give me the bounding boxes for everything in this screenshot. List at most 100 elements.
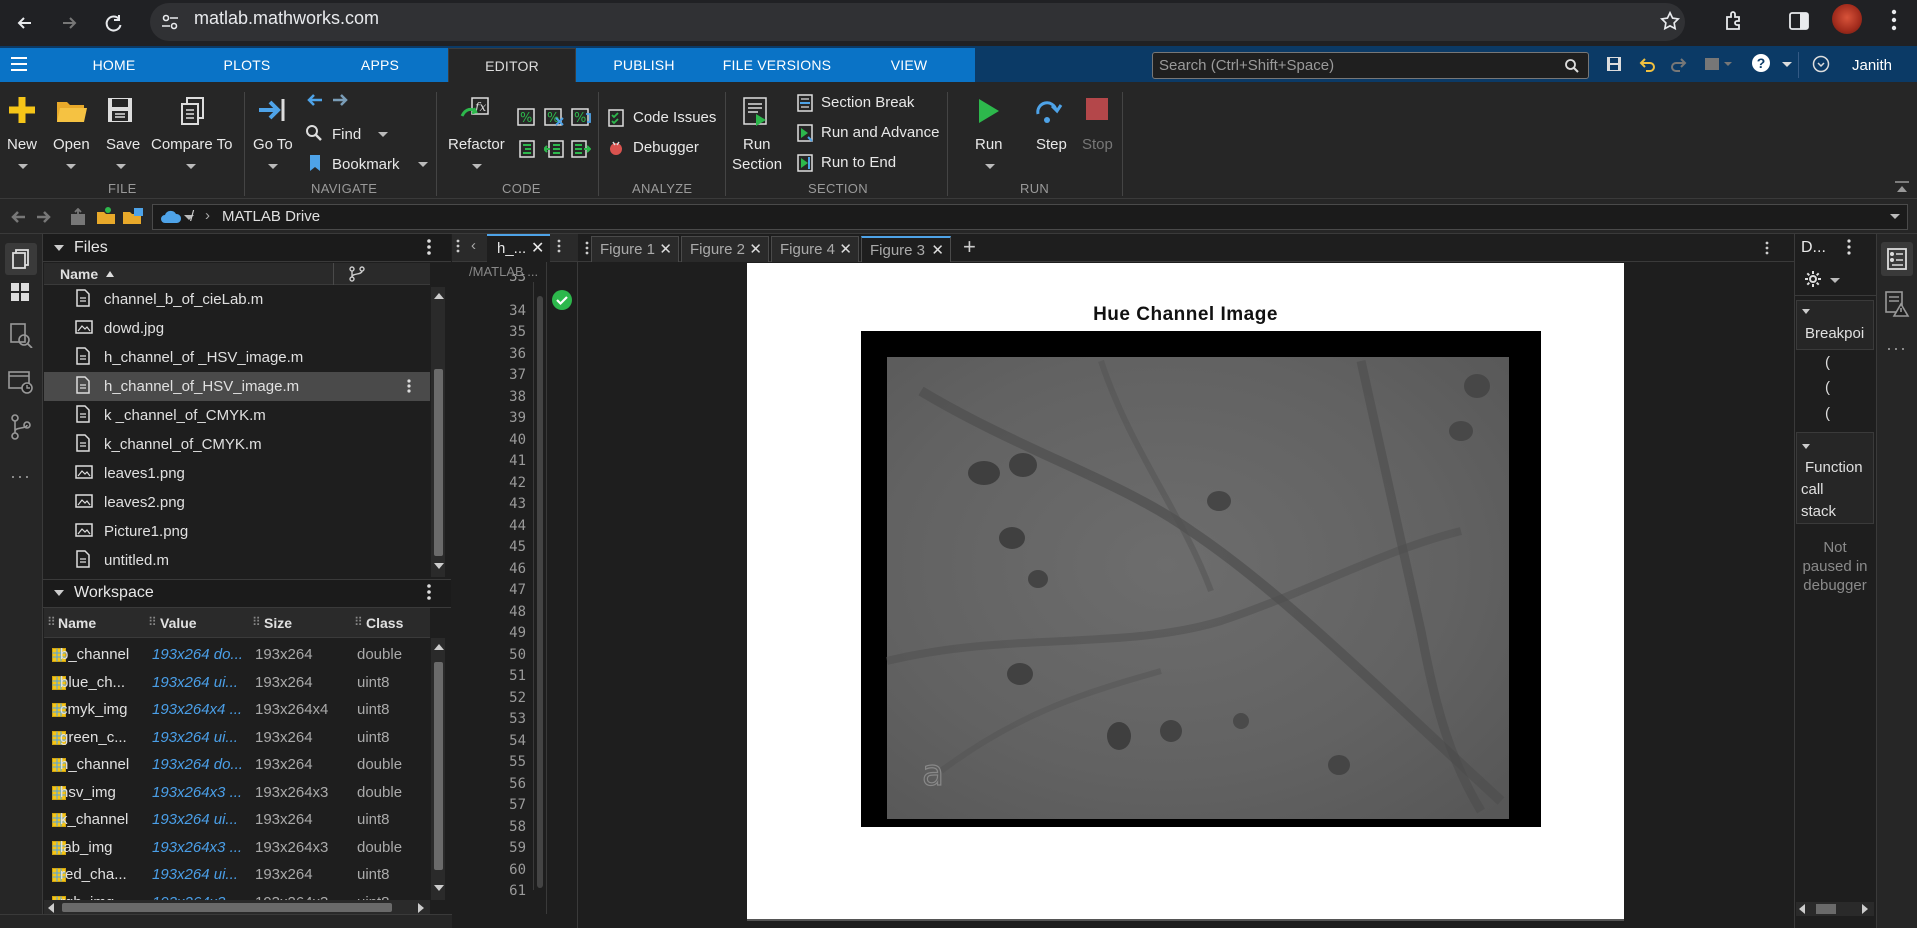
line-number[interactable]: 51 [476, 668, 526, 684]
editor-tab-close-icon[interactable]: ✕ [531, 238, 544, 258]
find-icon[interactable] [305, 124, 323, 142]
account-icon[interactable] [1812, 55, 1830, 73]
line-number[interactable]: 54 [476, 733, 526, 749]
debugger-icon[interactable] [607, 139, 625, 157]
debugger-hscrollbar-thumb[interactable] [1816, 904, 1836, 914]
goto-button-label[interactable]: Go To [253, 136, 293, 153]
tab-view[interactable]: VIEW [866, 48, 952, 82]
code-issues-button-label[interactable]: Code Issues [633, 109, 716, 126]
comment-icon[interactable]: % [517, 108, 535, 126]
line-number[interactable]: 50 [476, 647, 526, 663]
open-button-label[interactable]: Open [53, 136, 90, 153]
run-dropdown-icon[interactable] [985, 164, 995, 169]
workspace-variable-row[interactable]: h_channel 193x264 do... 193x264 double [44, 751, 430, 778]
line-number[interactable]: 42 [476, 475, 526, 491]
breakpoint-toggle-icon[interactable]: ( [1825, 405, 1830, 422]
save-icon[interactable] [106, 96, 134, 124]
smart-indent-icon[interactable] [519, 140, 535, 158]
no-issues-check-icon[interactable] [552, 290, 572, 310]
open-dropdown-icon[interactable] [66, 164, 76, 169]
line-number[interactable]: 57 [476, 797, 526, 813]
line-number[interactable]: 40 [476, 432, 526, 448]
line-number[interactable]: 43 [476, 496, 526, 512]
wrap-comments-icon[interactable]: % [571, 108, 591, 126]
variable-value[interactable]: 193x264 ui... [152, 674, 250, 691]
debugger-panel-toggle[interactable] [1881, 242, 1913, 276]
browse-folder-icon[interactable] [96, 206, 116, 226]
add-figure-icon[interactable]: + [963, 234, 976, 260]
run-section-icon[interactable] [742, 96, 772, 128]
decrease-indent-icon[interactable] [544, 140, 564, 158]
scroll-up-arrow-icon[interactable] [434, 293, 444, 299]
line-number[interactable]: 41 [476, 453, 526, 469]
run-to-end-button-label[interactable]: Run to End [821, 154, 896, 171]
code-issues-icon[interactable] [607, 109, 625, 127]
line-number[interactable]: 61 [476, 883, 526, 899]
more-right-panels-icon[interactable]: ··· [1886, 338, 1907, 359]
file-item[interactable]: untitled.m [44, 546, 430, 575]
find-button-label[interactable]: Find [332, 126, 361, 143]
refactor-dropdown-icon[interactable] [472, 164, 482, 169]
profile-avatar[interactable] [1832, 4, 1862, 34]
tab-editor[interactable]: EDITOR [448, 48, 576, 82]
line-number[interactable]: 44 [476, 518, 526, 534]
line-number[interactable]: 47 [476, 582, 526, 598]
help-dropdown-icon[interactable] [1782, 62, 1792, 67]
find-dropdown-icon[interactable] [378, 132, 388, 137]
window-layout-icon[interactable] [1704, 55, 1734, 73]
hamburger-menu-icon[interactable] [9, 56, 29, 72]
debugger-panel-menu-icon[interactable] [1846, 239, 1852, 255]
variable-value[interactable]: 193x264 do... [152, 756, 250, 773]
editor-tab-menu-icon[interactable] [556, 239, 562, 253]
line-number[interactable]: 58 [476, 819, 526, 835]
more-panels-icon[interactable]: ··· [10, 466, 31, 487]
files-name-column-header[interactable]: Name [60, 266, 98, 282]
forward-location-icon[interactable] [331, 93, 349, 107]
workspace-panel-menu-icon[interactable] [426, 583, 432, 601]
figure-tabbar-grip-icon[interactable] [584, 241, 590, 255]
workspace-variable-row[interactable]: red_cha... 193x264 ui... 193x264 uint8 [44, 861, 430, 888]
breakpoints-collapse-icon[interactable] [1802, 309, 1810, 314]
step-button-label[interactable]: Step [1036, 136, 1067, 153]
line-number[interactable]: 59 [476, 840, 526, 856]
site-info-icon[interactable] [160, 12, 180, 32]
figure-tab-4[interactable]: Figure 4 ✕ [771, 236, 859, 262]
compare-button-label[interactable]: Compare To [151, 136, 232, 153]
run-button-label[interactable]: Run [975, 136, 1003, 153]
code-analyzer-icon[interactable] [8, 322, 34, 348]
save-button-label[interactable]: Save [106, 136, 140, 153]
line-number[interactable]: 36 [476, 346, 526, 362]
file-item[interactable]: h_channel_of _HSV_image.m [44, 343, 430, 372]
run-icon[interactable] [977, 97, 1001, 125]
figure-tab-2[interactable]: Figure 2 ✕ [681, 236, 769, 262]
new-dropdown-icon[interactable] [18, 164, 28, 169]
line-number[interactable]: 45 [476, 539, 526, 555]
debugger-settings-gear-icon[interactable] [1804, 270, 1822, 288]
file-item[interactable]: k_channel_of_CMYK.m [44, 430, 430, 459]
workspace-variable-row[interactable]: blue_ch... 193x264 ui... 193x264 uint8 [44, 669, 430, 696]
figure-tab-3-active[interactable]: Figure 3 ✕ [861, 236, 951, 262]
code-issues-panel-icon[interactable] [1883, 290, 1911, 318]
line-number[interactable]: 55 [476, 754, 526, 770]
workspace-variable-row[interactable]: cmyk_img 193x264x4 ... 193x264x4 uint8 [44, 696, 430, 723]
figure-tab-close-icon[interactable]: ✕ [659, 240, 672, 258]
figure-tab-1[interactable]: Figure 1 ✕ [591, 236, 679, 262]
bookmark-button-label[interactable]: Bookmark [332, 156, 400, 173]
workspace-scrollbar-thumb[interactable] [434, 662, 443, 870]
line-number[interactable]: 39 [476, 410, 526, 426]
files-collapse-icon[interactable] [54, 245, 64, 251]
bookmark-star-icon[interactable] [1659, 10, 1681, 32]
new-folder-icon[interactable] [122, 206, 144, 226]
figure-panel-menu-icon[interactable] [1764, 241, 1770, 255]
path-history-dropdown-icon[interactable] [1890, 214, 1900, 219]
variable-value[interactable]: 193x264x3 ... [152, 784, 250, 801]
ws-value-header[interactable]: Value [160, 615, 197, 643]
editor-overview-ruler[interactable] [537, 296, 543, 888]
variable-value[interactable]: 193x264x4 ... [152, 701, 250, 718]
line-number[interactable]: 52 [476, 690, 526, 706]
save-dropdown-icon[interactable] [116, 164, 126, 169]
browser-menu-icon[interactable] [1891, 8, 1897, 32]
scroll-down-arrow-icon[interactable] [434, 885, 444, 891]
undo-icon[interactable] [1638, 55, 1656, 73]
workspace-variable-row[interactable]: lab_img 193x264x3 ... 193x264x3 double [44, 834, 430, 861]
